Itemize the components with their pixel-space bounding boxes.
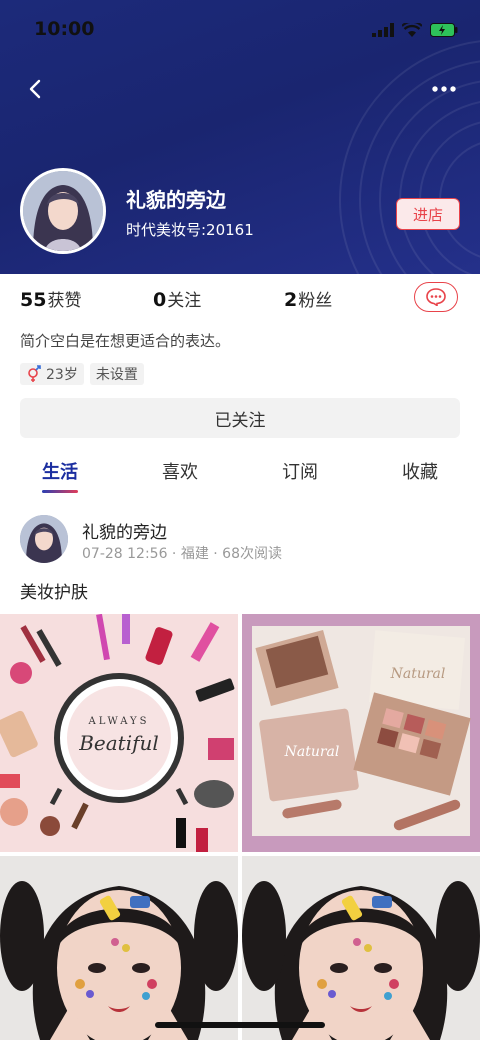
likes-count: 55 <box>20 289 47 311</box>
post-image-1[interactable]: ALWAYS Beatiful <box>0 614 238 852</box>
battery-icon <box>430 23 458 37</box>
post-author-avatar[interactable] <box>20 515 68 563</box>
post-avatar-image <box>20 515 68 563</box>
chevron-left-icon <box>29 79 41 99</box>
more-button[interactable] <box>428 74 460 104</box>
tab-life[interactable]: 生活 <box>20 458 100 484</box>
content-tabs: 生活 喜欢 订阅 收藏 <box>0 446 480 496</box>
age-label: 23岁 <box>46 367 78 383</box>
stats-bar: 55获赞 0关注 2粉丝 <box>0 274 480 324</box>
message-button[interactable] <box>414 282 458 312</box>
post-image-3[interactable] <box>0 856 238 1040</box>
location-label: 未设置 <box>95 367 138 383</box>
shop-button[interactable]: 进店 <box>396 198 460 230</box>
avatar-image <box>23 171 103 251</box>
post-image-2[interactable]: Natural Natural <box>242 614 480 852</box>
stat-following[interactable]: 0关注 <box>153 286 201 311</box>
post-image-grid: ALWAYS Beatiful Natural Natural <box>0 614 480 1040</box>
post-author-name[interactable]: 礼貌的旁边 <box>82 518 167 543</box>
stat-likes[interactable]: 55获赞 <box>20 286 81 311</box>
following-label: 关注 <box>167 291 202 311</box>
profile-avatar[interactable] <box>20 168 106 254</box>
likes-label: 获赞 <box>47 291 82 311</box>
fans-label: 粉丝 <box>298 291 333 311</box>
follow-button[interactable]: 已关注 <box>20 398 460 438</box>
tab-active-indicator <box>42 490 78 493</box>
tab-favorites[interactable]: 收藏 <box>380 458 460 484</box>
tab-subscriptions[interactable]: 订阅 <box>260 458 340 484</box>
image1-text-main: Beatiful <box>78 731 159 755</box>
image1-text-top: ALWAYS <box>87 716 149 727</box>
back-button[interactable] <box>20 74 50 104</box>
tab-likes[interactable]: 喜欢 <box>140 458 220 484</box>
profile-id: 时代美妆号:20161 <box>126 221 254 239</box>
fans-count: 2 <box>284 289 298 311</box>
profile-bio: 简介空白是在想更适合的表达。 <box>20 332 231 350</box>
gender-age-tag: 23岁 <box>20 363 84 385</box>
profile-tags: 23岁 未设置 <box>20 363 144 385</box>
signal-icon <box>372 23 394 37</box>
location-tag: 未设置 <box>89 363 144 385</box>
image2-text-b: Natural <box>390 666 446 682</box>
wifi-icon <box>402 23 422 37</box>
chat-bubble-icon <box>426 288 446 306</box>
post-image-4[interactable] <box>242 856 480 1040</box>
more-dots-icon <box>432 86 456 92</box>
stat-fans[interactable]: 2粉丝 <box>284 286 332 311</box>
image2-text-a: Natural <box>284 744 340 760</box>
post-meta: 07-28 12:56 · 福建 · 68次阅读 <box>82 546 282 562</box>
status-bar: 10:00 <box>0 0 480 58</box>
gender-icon <box>28 365 41 382</box>
post-title[interactable]: 美妆护肤 <box>20 578 88 603</box>
status-time: 10:00 <box>34 18 95 40</box>
profile-name: 礼貌的旁边 <box>126 188 226 212</box>
following-count: 0 <box>153 289 167 311</box>
home-indicator[interactable] <box>155 1022 325 1028</box>
